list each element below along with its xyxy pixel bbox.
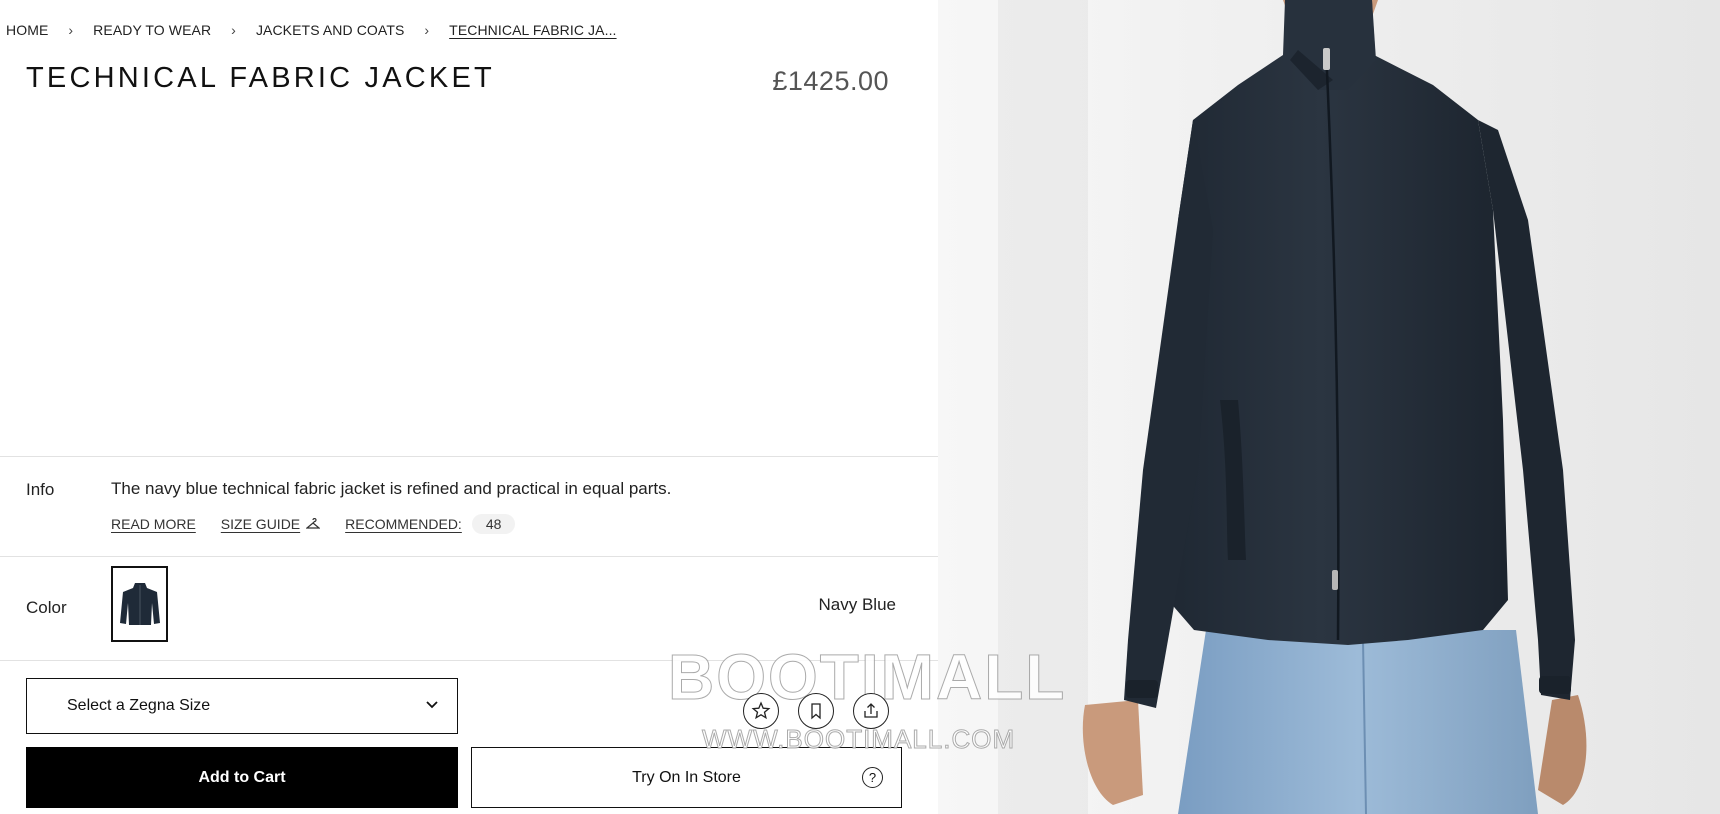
divider (0, 456, 938, 457)
share-button[interactable] (853, 693, 889, 729)
breadcrumb-current[interactable]: TECHNICAL FABRIC JA... (449, 22, 616, 38)
jacket-thumbnail-icon (119, 583, 160, 625)
chevron-down-icon (425, 697, 439, 715)
help-icon[interactable]: ? (862, 767, 883, 788)
divider (0, 556, 938, 557)
size-guide-link[interactable]: SIZE GUIDE (221, 516, 300, 532)
selected-color-name: Navy Blue (818, 595, 896, 614)
bookmark-button[interactable] (798, 693, 834, 729)
color-label: Color (26, 598, 67, 617)
info-label: Info (26, 480, 55, 499)
breadcrumb-ready-to-wear[interactable]: READY TO WEAR (93, 22, 211, 38)
read-more-link[interactable]: READ MORE (111, 516, 196, 532)
product-price: £1425.00 (772, 66, 889, 96)
hanger-icon (306, 518, 321, 530)
info-links: READ MORE SIZE GUIDE RECOMMENDED: 48 (111, 514, 516, 534)
breadcrumb-separator: › (424, 22, 430, 38)
recommended-size-label: RECOMMENDED: (345, 516, 462, 532)
try-on-in-store-button[interactable]: Try On In Store ? (471, 747, 902, 808)
breadcrumb-home[interactable]: HOME (6, 22, 48, 38)
try-on-in-store-label: Try On In Store (632, 768, 741, 786)
recommended-size-badge: 48 (471, 514, 516, 534)
product-description: The navy blue technical fabric jacket is… (111, 479, 672, 498)
star-icon (751, 701, 771, 720)
color-swatch-navy[interactable] (111, 566, 168, 642)
add-to-cart-button[interactable]: Add to Cart (26, 747, 458, 808)
breadcrumb-separator: › (231, 22, 236, 38)
breadcrumb: HOME › READY TO WEAR › JACKETS AND COATS… (6, 22, 617, 38)
breadcrumb-jackets-and-coats[interactable]: JACKETS AND COATS (256, 22, 404, 38)
bookmark-icon (811, 703, 821, 720)
share-icon (864, 703, 878, 718)
breadcrumb-separator: › (68, 22, 74, 38)
product-title: TECHNICAL FABRIC JACKET (26, 62, 495, 94)
watermark-url: WWW.BOOTIMALL.COM (701, 724, 1016, 755)
size-select-placeholder: Select a Zegna Size (67, 697, 211, 714)
wishlist-button[interactable] (743, 693, 779, 729)
size-select[interactable]: Select a Zegna Size (26, 678, 458, 734)
